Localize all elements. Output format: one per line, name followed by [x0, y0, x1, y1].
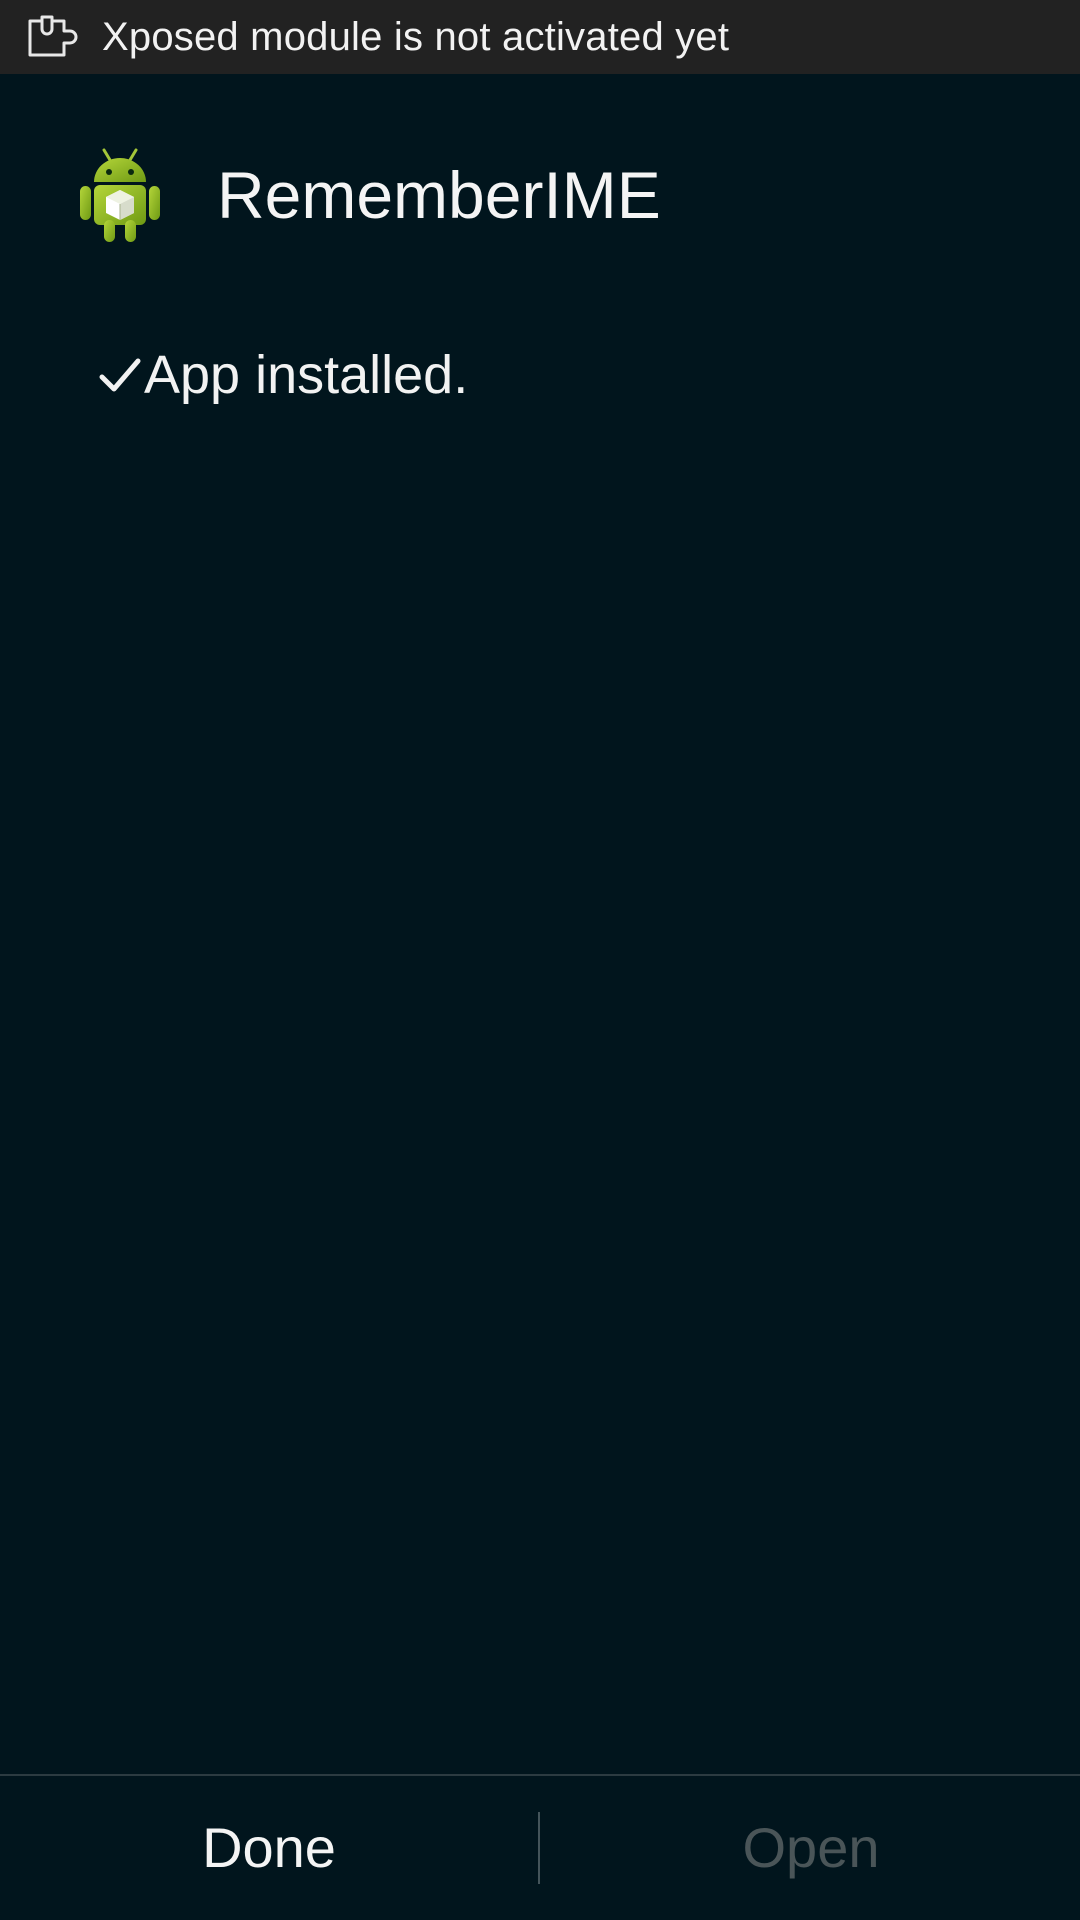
app-header: RememberIME [0, 140, 1080, 250]
checkmark-icon [99, 358, 141, 392]
android-package-icon [80, 148, 160, 242]
action-bar: Done Open [0, 1774, 1080, 1920]
done-button[interactable]: Done [0, 1776, 538, 1920]
notification-text: Xposed module is not activated yet [102, 15, 730, 59]
install-status: App installed. [98, 340, 468, 410]
package-installer-screen: Xposed module is not activated yet Remem… [0, 0, 1080, 1920]
action-divider [538, 1812, 540, 1884]
puzzle-plug-icon [28, 15, 78, 57]
app-name: RememberIME [217, 158, 661, 232]
notification-bar[interactable]: Xposed module is not activated yet [0, 0, 1080, 74]
open-button[interactable]: Open [542, 1776, 1080, 1920]
install-status-message: App installed. [144, 345, 469, 405]
